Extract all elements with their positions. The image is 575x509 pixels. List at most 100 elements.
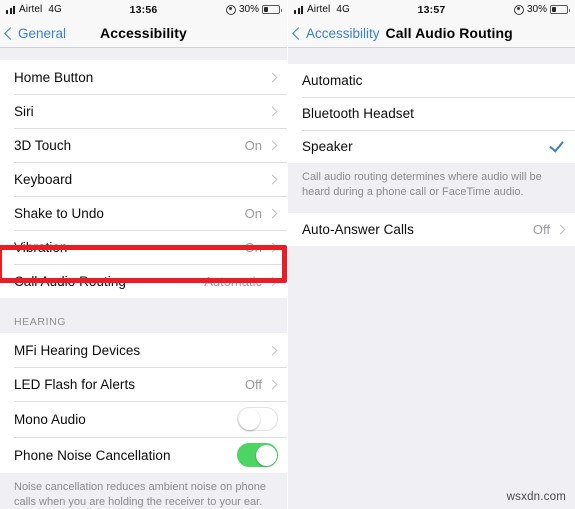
page-title: Call Audio Routing	[385, 25, 513, 41]
row-label: LED Flash for Alerts	[14, 376, 136, 392]
row-accessory: Automatic	[204, 274, 278, 289]
noise-cancellation-footnote: Noise cancellation reduces ambient noise…	[0, 473, 287, 509]
row-accessory: On	[245, 240, 278, 255]
row-accessory	[267, 345, 278, 355]
checkmark-icon	[549, 137, 564, 153]
status-bar-right: 30%	[225, 4, 282, 15]
list-top-gap	[0, 48, 287, 60]
row-value: Off	[244, 376, 262, 392]
row-accessory	[267, 106, 278, 116]
row-accessory: On	[245, 138, 278, 153]
location-services-icon	[225, 4, 236, 15]
row-label: 3D Touch	[14, 137, 72, 153]
battery-percent-label: 30%	[526, 4, 547, 15]
row-home-button[interactable]: Home Button	[0, 60, 287, 94]
row-label: Shake to Undo	[14, 205, 104, 221]
call-audio-routing-list: Automatic Bluetooth Headset Speaker Call…	[288, 48, 575, 246]
right-nav-bar: Accessibility Call Audio Routing	[288, 19, 575, 48]
watermark-label: wsxdn.com	[506, 491, 566, 503]
battery-icon	[262, 5, 282, 14]
back-button-label: General	[18, 25, 67, 41]
row-vibration[interactable]: Vibration On	[0, 230, 287, 264]
chevron-right-icon	[267, 242, 278, 252]
back-button-general[interactable]: General	[0, 26, 66, 41]
row-value: On	[244, 137, 262, 153]
row-mono-audio[interactable]: Mono Audio	[0, 401, 287, 437]
row-label: Bluetooth Headset	[302, 106, 414, 121]
chevron-right-icon	[267, 208, 278, 218]
row-led-flash-for-alerts[interactable]: LED Flash for Alerts Off	[0, 367, 287, 401]
row-label: Vibration	[14, 239, 68, 255]
toggle-knob	[238, 408, 260, 430]
row-value: On	[244, 205, 262, 221]
row-accessory	[267, 72, 278, 82]
row-accessory	[267, 174, 278, 184]
row-accessory: Off	[245, 377, 278, 392]
toggle-knob	[255, 444, 277, 466]
left-phone-screen: Airtel 4G 13:56 30% General Accessibilit…	[0, 0, 287, 509]
phone-noise-cancellation-toggle[interactable]	[237, 443, 278, 467]
auto-answer-group: Auto-Answer Calls Off	[288, 213, 575, 246]
row-siri[interactable]: Siri	[0, 94, 287, 128]
row-phone-noise-cancellation[interactable]: Phone Noise Cancellation	[0, 437, 287, 473]
left-status-bar: Airtel 4G 13:56 30%	[0, 0, 287, 19]
status-bar-right: 30%	[513, 4, 570, 15]
chevron-right-icon	[267, 276, 278, 286]
left-settings-list: Home Button Siri 3D Touch On Keyboard Sh…	[0, 48, 287, 509]
chevron-right-icon	[267, 140, 278, 150]
chevron-right-icon	[267, 379, 278, 389]
chevron-right-icon	[267, 345, 278, 355]
dual-screenshot-container: Airtel 4G 13:56 30% General Accessibilit…	[0, 0, 575, 509]
left-nav-bar: General Accessibility	[0, 19, 287, 48]
row-accessory	[237, 407, 278, 431]
right-phone-screen: Airtel 4G 13:57 30% Accessibility Call A…	[287, 0, 575, 509]
section-header-hearing: HEARING	[14, 316, 67, 328]
right-status-bar: Airtel 4G 13:57 30%	[288, 0, 575, 19]
call-audio-routing-footnote: Call audio routing determines where audi…	[288, 163, 575, 200]
option-bluetooth-headset[interactable]: Bluetooth Headset	[288, 97, 575, 130]
row-keyboard[interactable]: Keyboard	[0, 162, 287, 196]
chevron-right-icon	[267, 106, 278, 116]
chevron-left-icon	[4, 26, 17, 40]
chevron-right-icon	[267, 174, 278, 184]
row-label: Auto-Answer Calls	[302, 222, 414, 237]
routing-options-group: Automatic Bluetooth Headset Speaker	[288, 64, 575, 163]
accessibility-interaction-group: Home Button Siri 3D Touch On Keyboard Sh…	[0, 60, 287, 298]
list-top-gap	[288, 48, 575, 64]
row-accessory: On	[245, 206, 278, 221]
hearing-section-header-gap: HEARING	[0, 298, 287, 333]
row-value: Automatic	[204, 273, 262, 289]
chevron-right-icon	[555, 224, 566, 235]
row-label: MFi Hearing Devices	[14, 342, 141, 358]
option-automatic[interactable]: Automatic	[288, 64, 575, 97]
row-accessory	[549, 137, 566, 153]
hearing-group: MFi Hearing Devices LED Flash for Alerts…	[0, 333, 287, 473]
row-accessory	[237, 443, 278, 467]
battery-icon	[550, 5, 570, 14]
back-button-accessibility[interactable]: Accessibility	[288, 26, 380, 41]
chevron-right-icon	[267, 72, 278, 82]
row-label: Keyboard	[14, 171, 73, 187]
row-auto-answer-calls[interactable]: Auto-Answer Calls Off	[288, 213, 575, 246]
row-value: Off	[532, 222, 550, 237]
row-label: Automatic	[302, 73, 363, 88]
row-label: Speaker	[302, 139, 353, 154]
row-accessory: Off	[533, 222, 566, 237]
row-label: Home Button	[14, 69, 94, 85]
row-label: Phone Noise Cancellation	[14, 447, 171, 463]
row-shake-to-undo[interactable]: Shake to Undo On	[0, 196, 287, 230]
back-button-label: Accessibility	[306, 25, 380, 41]
row-call-audio-routing[interactable]: Call Audio Routing Automatic	[0, 264, 287, 298]
chevron-left-icon	[292, 26, 305, 40]
row-mfi-hearing-devices[interactable]: MFi Hearing Devices	[0, 333, 287, 367]
row-label: Mono Audio	[14, 411, 86, 427]
battery-percent-label: 30%	[238, 4, 259, 15]
location-services-icon	[513, 4, 524, 15]
row-3d-touch[interactable]: 3D Touch On	[0, 128, 287, 162]
option-speaker[interactable]: Speaker	[288, 130, 575, 163]
row-label: Call Audio Routing	[14, 273, 126, 289]
row-label: Siri	[14, 103, 34, 119]
row-value: On	[244, 239, 262, 255]
footnote-bottom-gap	[288, 200, 575, 213]
mono-audio-toggle[interactable]	[237, 407, 278, 431]
